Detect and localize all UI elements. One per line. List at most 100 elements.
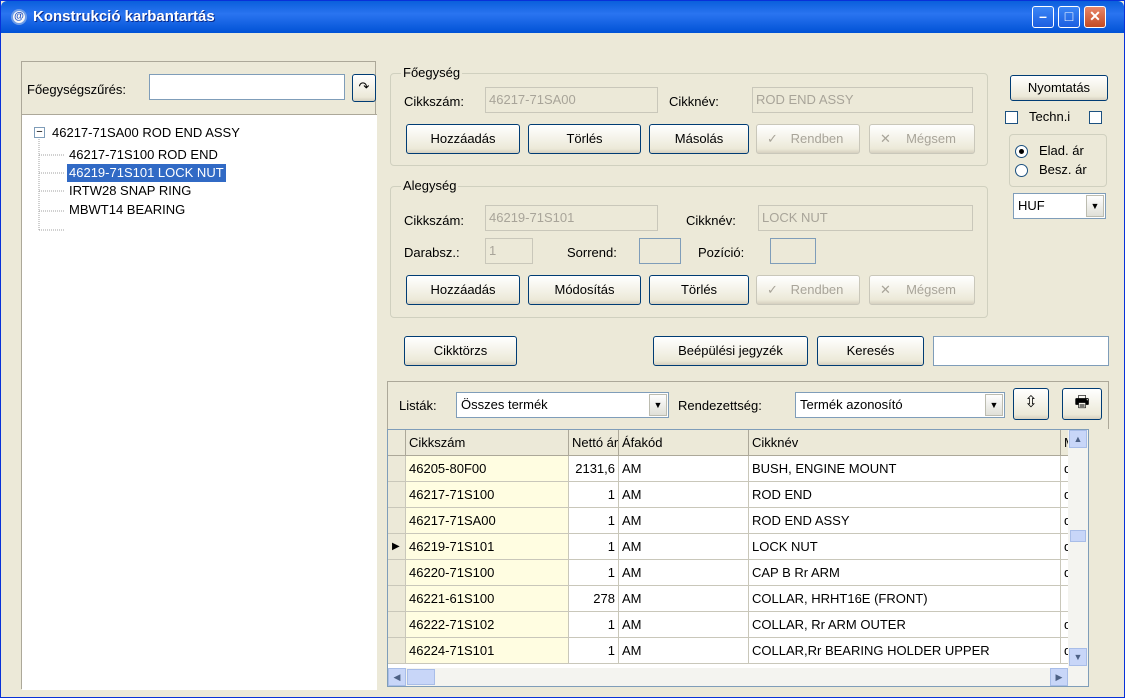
col-header-afakod[interactable]: Áfakód — [619, 430, 749, 456]
alegyseg-ok-button[interactable]: ✓ Rendben — [756, 275, 860, 305]
col-header-cikknev[interactable]: Cikknév — [749, 430, 1061, 456]
close-button[interactable]: ✕ — [1084, 6, 1106, 28]
scroll-thumb[interactable] — [1070, 530, 1086, 542]
title-bar[interactable]: @ Konstrukció karbantartás – □ ✕ — [1, 1, 1124, 33]
table-row[interactable]: 46221-61S100 278 AM COLLAR, HRHT16E (FRONT) — [388, 586, 1088, 612]
tree-view[interactable]: − 46217-71SA00 ROD END ASSY 46217-71S100… — [22, 114, 377, 690]
cell-cikknev[interactable]: BUSH, ENGINE MOUNT — [749, 456, 1061, 482]
foegyseg-ok-button[interactable]: ✓ Rendben — [756, 124, 860, 154]
chevron-down-icon[interactable]: ▼ — [985, 394, 1003, 416]
foegyseg-cikkszam-field[interactable]: 46217-71SA00 — [485, 87, 658, 113]
hscroll-thumb[interactable] — [407, 669, 435, 685]
sorrend-field[interactable] — [639, 238, 681, 264]
cell-cikknev[interactable]: ROD END ASSY — [749, 508, 1061, 534]
horizontal-scrollbar[interactable]: ◀ ▶ — [388, 668, 1069, 686]
cell-cikkszam[interactable]: 46224-71S101 — [406, 638, 569, 664]
cell-netto[interactable]: 1 — [569, 482, 619, 508]
cell-afakod[interactable]: AM — [619, 586, 749, 612]
cell-afakod[interactable]: AM — [619, 560, 749, 586]
cell-netto[interactable]: 1 — [569, 560, 619, 586]
vertical-scrollbar[interactable]: ▲ ▼ — [1068, 430, 1088, 686]
table-row[interactable]: 46205-80F002131,6AMBUSH, ENGINE MOUNTdb — [388, 456, 1088, 482]
alegyseg-delete-button[interactable]: Törlés — [649, 275, 749, 305]
table-row[interactable]: 46224-71S101 1 AM COLLAR,Rr BEARING HOLDER … — [388, 638, 1088, 664]
tree-item-root[interactable]: 46217-71SA00 ROD END ASSY — [50, 124, 242, 142]
cell-afakod[interactable]: AM — [619, 534, 749, 560]
print-list-button[interactable]: 🖶 — [1062, 388, 1102, 420]
search-input[interactable] — [933, 336, 1109, 366]
table-row[interactable]: ▶46219-71S1011AMLOCK NUTdb — [388, 534, 1088, 560]
scroll-down-icon[interactable]: ▼ — [1069, 648, 1087, 666]
cell-cikknev[interactable]: COLLAR, HRHT16E (FRONT) — [749, 586, 1061, 612]
cell-cikkszam[interactable]: 46222-71S102 — [406, 612, 569, 638]
order-select[interactable]: Termék azonosító ▼ — [795, 392, 1005, 418]
alegyseg-add-button[interactable]: Hozzáadás — [406, 275, 520, 305]
cikktorzs-button[interactable]: Cikktörzs — [404, 336, 517, 366]
cell-cikknev[interactable]: CAP B Rr ARM — [749, 560, 1061, 586]
pozicio-field[interactable] — [770, 238, 816, 264]
cell-cikkszam[interactable]: 46220-71S100 — [406, 560, 569, 586]
cell-afakod[interactable]: AM — [619, 638, 749, 664]
search-button[interactable]: Keresés — [817, 336, 924, 366]
tree-item-selected[interactable]: 46219-71S101 LOCK NUT — [67, 164, 226, 182]
cell-afakod[interactable]: AM — [619, 508, 749, 534]
minimize-button[interactable]: – — [1032, 6, 1054, 28]
foegyseg-delete-button[interactable]: Törlés — [528, 124, 641, 154]
alegyseg-modify-button[interactable]: Módosítás — [528, 275, 641, 305]
cell-afakod[interactable]: AM — [619, 456, 749, 482]
darabsz-field[interactable]: 1 — [485, 238, 533, 264]
foegyseg-cancel-button[interactable]: ✕ Mégsem — [869, 124, 975, 154]
filter-input[interactable] — [149, 74, 345, 100]
currency-select[interactable]: HUF ▼ — [1013, 193, 1106, 219]
sort-direction-button[interactable]: ⇳ — [1013, 388, 1049, 420]
cell-cikkszam[interactable]: 46205-80F00 — [406, 456, 569, 482]
table-row[interactable]: 46217-71S1001AMROD ENDdb — [388, 482, 1088, 508]
cell-netto[interactable]: 1 — [569, 612, 619, 638]
scroll-up-icon[interactable]: ▲ — [1069, 430, 1087, 448]
cell-netto[interactable]: 1 — [569, 638, 619, 664]
print-button[interactable]: Nyomtatás — [1010, 75, 1108, 101]
cell-cikknev[interactable]: ROD END — [749, 482, 1061, 508]
beepulesi-button[interactable]: Beépülési jegyzék — [653, 336, 808, 366]
col-header-netto[interactable]: Nettó ár — [569, 430, 619, 456]
tree-item[interactable]: IRTW28 SNAP RING — [67, 182, 193, 200]
cell-afakod[interactable]: AM — [619, 612, 749, 638]
cell-netto[interactable]: 2131,6 — [569, 456, 619, 482]
besz-radio[interactable] — [1015, 164, 1028, 177]
table-row[interactable]: 46217-71SA001AMROD END ASSYdb — [388, 508, 1088, 534]
product-grid[interactable]: Cikkszám Nettó ár Áfakód Cikknév Me 4620… — [387, 429, 1089, 687]
cell-afakod[interactable]: AM — [619, 482, 749, 508]
cell-netto[interactable]: 1 — [569, 534, 619, 560]
table-row[interactable]: 46222-71S1021AMCOLLAR, Rr ARM OUTERdb — [388, 612, 1088, 638]
chevron-down-icon[interactable]: ▼ — [649, 394, 667, 416]
tree-item[interactable]: 46217-71S100 ROD END — [67, 146, 220, 164]
techn-checkbox-right[interactable] — [1089, 111, 1102, 124]
cell-netto[interactable]: 1 — [569, 508, 619, 534]
cell-cikknev[interactable]: LOCK NUT — [749, 534, 1061, 560]
foegyseg-cikknev-field[interactable]: ROD END ASSY — [752, 87, 973, 113]
foegyseg-add-button[interactable]: Hozzáadás — [406, 124, 520, 154]
collapse-toggle[interactable]: − — [34, 127, 45, 138]
chevron-down-icon[interactable]: ▼ — [1086, 195, 1104, 217]
techn-checkbox-left[interactable] — [1005, 111, 1018, 124]
cell-cikkszam[interactable]: 46217-71SA00 — [406, 508, 569, 534]
col-header-cikkszam[interactable]: Cikkszám — [406, 430, 569, 456]
cell-cikknev[interactable]: COLLAR, Rr ARM OUTER — [749, 612, 1061, 638]
lists-select[interactable]: Összes termék ▼ — [456, 392, 669, 418]
cell-cikknev[interactable]: COLLAR,Rr BEARING HOLDER UPPER — [749, 638, 1061, 664]
cell-cikkszam[interactable]: 46217-71S100 — [406, 482, 569, 508]
alegyseg-cikkszam-field[interactable]: 46219-71S101 — [485, 205, 658, 231]
tree-item[interactable]: MBWT14 BEARING — [67, 201, 187, 219]
elad-radio[interactable] — [1015, 145, 1028, 158]
cell-netto[interactable]: 278 — [569, 586, 619, 612]
alegyseg-cikknev-field[interactable]: LOCK NUT — [758, 205, 973, 231]
table-row[interactable]: 46220-71S1001AMCAP B Rr ARMdb — [388, 560, 1088, 586]
refresh-button[interactable]: ↷ — [352, 74, 376, 102]
cell-cikkszam[interactable]: 46219-71S101 — [406, 534, 569, 560]
scroll-right-icon[interactable]: ▶ — [1050, 668, 1068, 686]
foegyseg-copy-button[interactable]: Másolás — [649, 124, 749, 154]
maximize-button[interactable]: □ — [1058, 6, 1080, 28]
alegyseg-cancel-button[interactable]: ✕ Mégsem — [869, 275, 975, 305]
scroll-left-icon[interactable]: ◀ — [388, 668, 406, 686]
cell-cikkszam[interactable]: 46221-61S100 — [406, 586, 569, 612]
